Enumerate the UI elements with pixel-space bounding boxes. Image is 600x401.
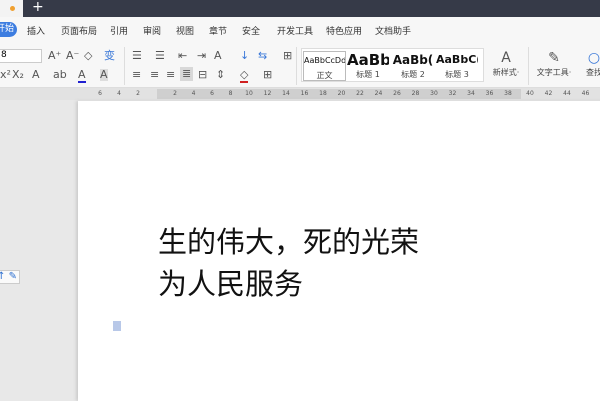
ruler-tick-label: 28 [411,90,420,97]
menu-insert[interactable]: 插入 [27,24,45,37]
ruler-tick-label: 6 [210,90,214,97]
unsaved-dot-icon [10,6,15,11]
ruler-tick-label: 20 [337,90,346,97]
char-shading-icon[interactable]: A [100,69,108,81]
menu-page-layout[interactable]: 页面布局 [61,24,97,37]
phonetic-icon[interactable]: 变 [104,50,115,62]
divider [124,47,125,85]
align-center-icon[interactable]: ≡ [150,69,159,81]
document-line[interactable]: 生的伟大，死的光荣 [158,219,419,261]
shading-icon[interactable]: ◇ [240,69,249,83]
ruler-tick-label: 12 [263,90,272,97]
wrench-icon[interactable]: ↑ ✎ [0,271,17,282]
increase-indent-icon[interactable]: ⇥ [197,50,206,62]
table-grid-icon[interactable]: ⊞ [283,50,292,62]
ruler-tick-label: 24 [374,90,383,97]
highlight-icon[interactable]: ab [53,69,67,81]
font-color-icon[interactable]: A [78,69,86,83]
bullets-icon[interactable]: ☰ [132,50,142,62]
clear-format-icon[interactable]: ◇ [84,50,92,62]
new-style-button[interactable]: A 新样式· [488,49,524,78]
menu-security[interactable]: 安全 [242,24,260,37]
superscript-icon[interactable]: x² [0,69,11,81]
grow-font-icon[interactable]: A⁺ [48,50,61,62]
ruler-tick-label: 4 [117,90,121,97]
menu-review[interactable]: 审阅 [143,24,161,37]
ruler-tick-label: 46 [581,90,590,97]
ruler-tick-label: 36 [485,90,494,97]
ruler-tick-label: 44 [563,90,571,97]
borders-icon[interactable]: ⊞ [263,69,272,81]
ruler-tick-label: 2 [173,90,177,97]
ruler-tick-label: 26 [393,90,401,97]
new-tab-button[interactable]: + [32,0,44,15]
ruler-tick-label: 6 [98,90,102,97]
menu-developer[interactable]: 开发工具 [277,24,313,37]
menu-view[interactable]: 视图 [176,24,194,37]
ruler-tick-label: 22 [356,90,364,97]
wrench-icon: ✎ [548,50,560,66]
sort-icon[interactable]: ↓ [240,50,249,62]
line-spacing-icon[interactable]: ⇕ [216,69,225,81]
ruler-tick-label: 32 [448,90,457,97]
ruler-tick-label: 10 [245,90,253,97]
ruler-tick-label: 42 [544,90,553,97]
show-hide-icon[interactable]: ⇆ [258,50,267,62]
menu-special-apps[interactable]: 特色应用 [326,24,362,37]
divider [528,47,529,85]
document-page[interactable]: 生的伟大，死的光荣 为人民服务 [78,101,600,401]
text-effect-icon[interactable]: A [32,69,40,81]
ruler-tick-label: 8 [228,90,233,97]
document-line[interactable]: 为人民服务 [158,261,303,303]
find-button[interactable]: ○ 查找 [584,49,600,78]
paragraph-doc-icon[interactable] [113,321,121,331]
subscript-icon[interactable]: X₂ [12,69,24,81]
ruler-tick-label: 4 [191,90,196,97]
align-left-icon[interactable]: ≡ [132,69,141,81]
style-normal[interactable]: AaBbCcDd 正文 [303,51,346,81]
style-heading-1[interactable]: AaBb 标题 1 [347,51,389,80]
menu-references[interactable]: 引用 [110,24,128,37]
menu-doc-assistant[interactable]: 文档助手 [375,24,411,37]
document-tab[interactable] [0,0,23,17]
tab-bar: + [0,0,600,17]
font-size-select[interactable]: 8 [0,49,42,63]
ruler-tick-label: 14 [282,90,290,97]
ruler-tick-label: 34 [467,90,475,97]
ruler-tick-label: 16 [300,90,309,97]
decrease-indent-icon[interactable]: ⇤ [178,50,187,62]
floating-toolbar[interactable]: ↑ ✎ [0,270,20,284]
ruler-tick-label: 38 [504,90,512,97]
shrink-font-icon[interactable]: A⁻ [66,50,79,62]
ruler-tick-label: 40 [526,90,534,97]
ruler-tick-label: 2 [136,90,140,97]
ruler-tick-label: 18 [319,90,327,97]
text-tools-button[interactable]: ✎ 文字工具· [534,49,574,78]
menu-bar: 开始 插入 页面布局 引用 审阅 视图 章节 安全 开发工具 特色应用 文档助手 [0,17,600,43]
numbering-icon[interactable]: ☰ [155,50,165,62]
horizontal-ruler[interactable]: 6 4 2 2 4 6 8 10 12 14 16 18 20 22 24 26 28 30 32 34 36 38 40 4… [0,88,600,100]
distribute-icon[interactable]: ⊟ [198,69,207,81]
align-right-icon[interactable]: ≡ [166,69,175,81]
chinese-layout-icon[interactable]: A [214,50,222,62]
ruler-tick-label: 30 [430,90,438,97]
menu-start[interactable]: 开始 [0,22,17,37]
style-heading-3[interactable]: AaBbC(标题 3 [436,51,478,80]
style-gallery: AaBbCcDd 正文 AaBb 标题 1 AaBb(标题 2 AaBbC(标题 3 [301,48,484,82]
divider [296,47,297,85]
justify-icon[interactable]: ≣ [180,67,194,81]
toolbar: 8 A⁺ A⁻ ◇ 变 x² X₂ A ab A A ☰ ☰ ⇤ ⇥ A ↓ ⇆… [0,43,600,88]
menu-chapter[interactable]: 章节 [209,24,227,37]
style-heading-2[interactable]: AaBb(标题 2 [391,51,435,80]
search-icon: ○ [587,50,600,66]
